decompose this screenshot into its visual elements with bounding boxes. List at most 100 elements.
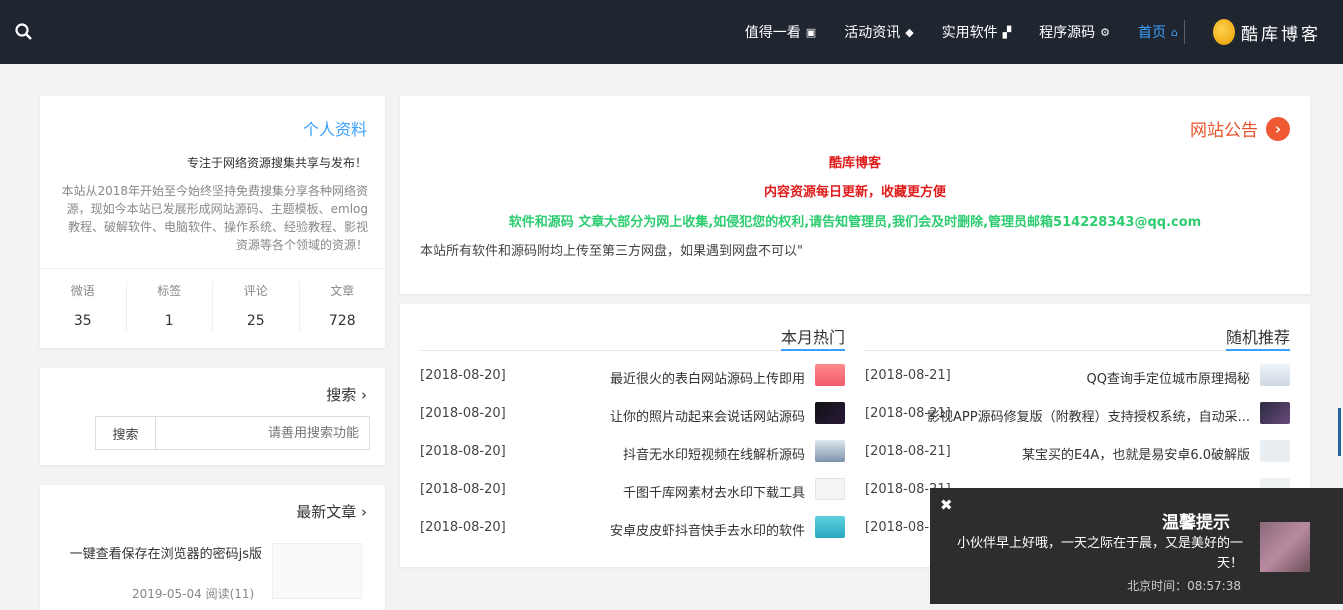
search-button[interactable]: 搜索 xyxy=(95,416,156,450)
latest-post-title[interactable]: 一键查看保存在浏览器的密码js版 xyxy=(40,545,262,565)
tag-icon: ◆ xyxy=(905,25,914,39)
post-title[interactable]: 千图千库网素材去水印下载工具 xyxy=(623,482,805,501)
post-title[interactable]: 让你的照片动起来会说话网站源码 xyxy=(610,406,805,425)
nav-item-home[interactable]: 首页 ⌂ xyxy=(1138,22,1178,42)
post-date: [2018-08-20] xyxy=(420,520,506,535)
post-date: [2018-08-20] xyxy=(420,406,506,421)
post-title[interactable]: 最近很火的表白网站源码上传即用 xyxy=(610,368,805,387)
gear-icon: ⚙ xyxy=(1100,25,1111,39)
post-title[interactable]: 影视APP源码修复版（附教程）支持授权系统，自动采... xyxy=(927,406,1250,425)
latest-posts-panel: 最新文章 › 一键查看保存在浏览器的密码js版 2019-05-04 阅读(11… xyxy=(40,485,385,610)
notice-line-1: 酷库博客 xyxy=(828,156,881,171)
nav-item-label: 活动资讯 xyxy=(844,25,901,41)
notice-panel: 网站公告 › 酷库博客 内容资源每日更新，收藏更方便 软件和源码 文章大部分为网… xyxy=(400,96,1310,294)
time-value: 08:57:38 xyxy=(1187,579,1241,593)
home-icon: ⌂ xyxy=(1171,25,1178,39)
nav-divider xyxy=(1184,20,1185,44)
chevron-right-icon: › xyxy=(361,386,367,404)
stat-tags: 标签 1 xyxy=(125,282,213,332)
logo-text: 酷库博客 xyxy=(1241,24,1321,45)
post-title[interactable]: 抖音无水印短视频在线解析源码 xyxy=(623,444,805,463)
profile-description: 本站从2018年开始至今始终坚持免费搜集分享各种网络资源，现如今本站已发展形成网… xyxy=(61,184,368,252)
latest-heading-label: 最新文章 xyxy=(296,503,357,521)
tab-underline xyxy=(781,349,845,351)
search-heading: 搜索 › xyxy=(326,384,367,405)
search-panel: 搜索 › 搜索 xyxy=(40,368,385,465)
image-icon: ▣ xyxy=(805,25,817,39)
stat-microposts: 微语 35 xyxy=(40,282,126,332)
stat-label: 文章 xyxy=(330,284,355,298)
post-thumbnail xyxy=(815,402,845,424)
search-heading-label: 搜索 xyxy=(326,386,357,404)
post-title[interactable]: 安卓皮皮虾抖音快手去水印的软件 xyxy=(610,520,805,539)
post-date: [2018-08-20] xyxy=(420,368,506,383)
notice-line-3: 软件和源码 文章大部分为网上收集,如侵犯您的权利,请告知管理员,我们会及时删除,… xyxy=(508,215,1202,230)
list-item[interactable]: [2018-08-20] 让你的照片动起来会说话网站源码 xyxy=(420,402,845,426)
post-thumbnail[interactable] xyxy=(272,543,362,599)
post-date: [2018-08-21] xyxy=(865,444,951,459)
puzzle-icon: ▞ xyxy=(1002,25,1012,39)
top-navbar: 首页 ⌂ 程序源码 ⚙ 实用软件 ▞ 活动资讯 ◆ 值得一看 ▣ 酷库博客 xyxy=(0,0,1343,64)
nav-item-label: 程序源码 xyxy=(1039,25,1096,41)
chevron-right-icon: › xyxy=(1266,116,1290,141)
popup-message: 小伙伴早上好哦，一天之际在于晨，又是美好的一天！ xyxy=(956,536,1243,571)
profile-panel: 个人资料 专注于网络资源搜集共享与发布！ 本站从2018年开始至今始终坚持免费搜… xyxy=(40,96,385,348)
time-label: 北京时间： xyxy=(1127,579,1188,593)
notice-line-4: 本站所有软件和源码附均上传至第三方网盘，如果遇到网盘不可以" xyxy=(420,244,803,259)
list-item[interactable]: [2018-08-21] 影视APP源码修复版（附教程）支持授权系统，自动采..… xyxy=(865,402,1290,426)
stat-value: 35 xyxy=(73,313,92,329)
stat-label: 评论 xyxy=(243,284,268,298)
main-nav: 首页 ⌂ 程序源码 ⚙ 实用软件 ▞ 活动资讯 ◆ 值得一看 ▣ xyxy=(717,0,1178,64)
post-thumbnail xyxy=(1260,440,1290,462)
chevron-right-icon: › xyxy=(361,503,367,521)
post-date: 2019-05-04 xyxy=(132,587,202,601)
list-item[interactable]: [2018-08-20] 千图千库网素材去水印下载工具 xyxy=(420,478,845,502)
nav-item-label: 值得一看 xyxy=(744,25,801,41)
post-date: [2018-08-20] xyxy=(420,482,506,497)
search-icon[interactable] xyxy=(14,22,34,42)
nav-item-source-code[interactable]: 程序源码 ⚙ xyxy=(1039,22,1110,42)
notice-title: 网站公告 xyxy=(1190,121,1258,141)
profile-motto: 专注于网络资源搜集共享与发布！ xyxy=(186,156,367,170)
logo-mark-icon xyxy=(1213,19,1235,45)
nav-item-news[interactable]: 活动资讯 ◆ xyxy=(844,22,913,42)
profile-stats: 文章 728 评论 25 标签 1 微语 35 xyxy=(40,282,385,332)
greeting-popup: ✖ 温馨提示 小伙伴早上好哦，一天之际在于晨，又是美好的一天！ 北京时间：08:… xyxy=(930,488,1343,604)
search-input[interactable] xyxy=(155,416,370,450)
divider xyxy=(40,268,385,269)
latest-heading: 最新文章 › xyxy=(296,501,367,522)
close-icon[interactable]: ✖ xyxy=(940,496,953,514)
post-reads: 阅读(11) xyxy=(205,587,255,601)
scrollbar[interactable] xyxy=(1338,408,1341,456)
nav-item-label: 首页 xyxy=(1138,25,1167,41)
popup-title: 温馨提示 xyxy=(1162,513,1230,533)
post-date: [2018-08-20] xyxy=(420,444,506,459)
nav-item-software[interactable]: 实用软件 ▞ xyxy=(942,22,1011,42)
list-item[interactable]: [2018-08-20] 抖音无水印短视频在线解析源码 xyxy=(420,440,845,464)
popup-avatar xyxy=(1260,522,1310,572)
list-item[interactable]: [2018-08-21] 某宝买的E4A，也就是易安卓6.0破解版 xyxy=(865,440,1290,464)
post-thumbnail xyxy=(815,478,845,500)
post-thumbnail xyxy=(815,440,845,462)
tab-underline xyxy=(1226,349,1290,351)
notice-header: 网站公告 › xyxy=(1190,116,1290,141)
notice-line-2: 内容资源每日更新，收藏更方便 xyxy=(763,185,946,200)
stat-value: 25 xyxy=(246,313,265,329)
list-item[interactable]: [2018-08-21] QQ查询手定位城市原理揭秘 xyxy=(865,364,1290,388)
nav-item-worth-seeing[interactable]: 值得一看 ▣ xyxy=(745,22,816,42)
post-title[interactable]: 某宝买的E4A，也就是易安卓6.0破解版 xyxy=(1022,444,1250,463)
stat-articles: 文章 728 xyxy=(298,282,386,332)
post-thumbnail xyxy=(1260,402,1290,424)
popup-time: 北京时间：08:57:38 xyxy=(1127,577,1241,594)
list-item[interactable]: [2018-08-20] 安卓皮皮虾抖音快手去水印的软件 xyxy=(420,516,845,540)
stat-value: 728 xyxy=(328,313,356,329)
stat-value: 1 xyxy=(164,313,174,329)
stat-comments: 评论 25 xyxy=(212,282,299,332)
latest-post-meta: 2019-05-04 阅读(11) xyxy=(132,585,254,602)
post-thumbnail xyxy=(1260,364,1290,386)
post-title[interactable]: QQ查询手定位城市原理揭秘 xyxy=(1087,368,1250,387)
post-thumbnail xyxy=(815,516,845,538)
post-date: [2018-08-21] xyxy=(865,368,951,383)
list-item[interactable]: [2018-08-20] 最近很火的表白网站源码上传即用 xyxy=(420,364,845,388)
site-logo[interactable]: 酷库博客 xyxy=(1211,16,1321,48)
